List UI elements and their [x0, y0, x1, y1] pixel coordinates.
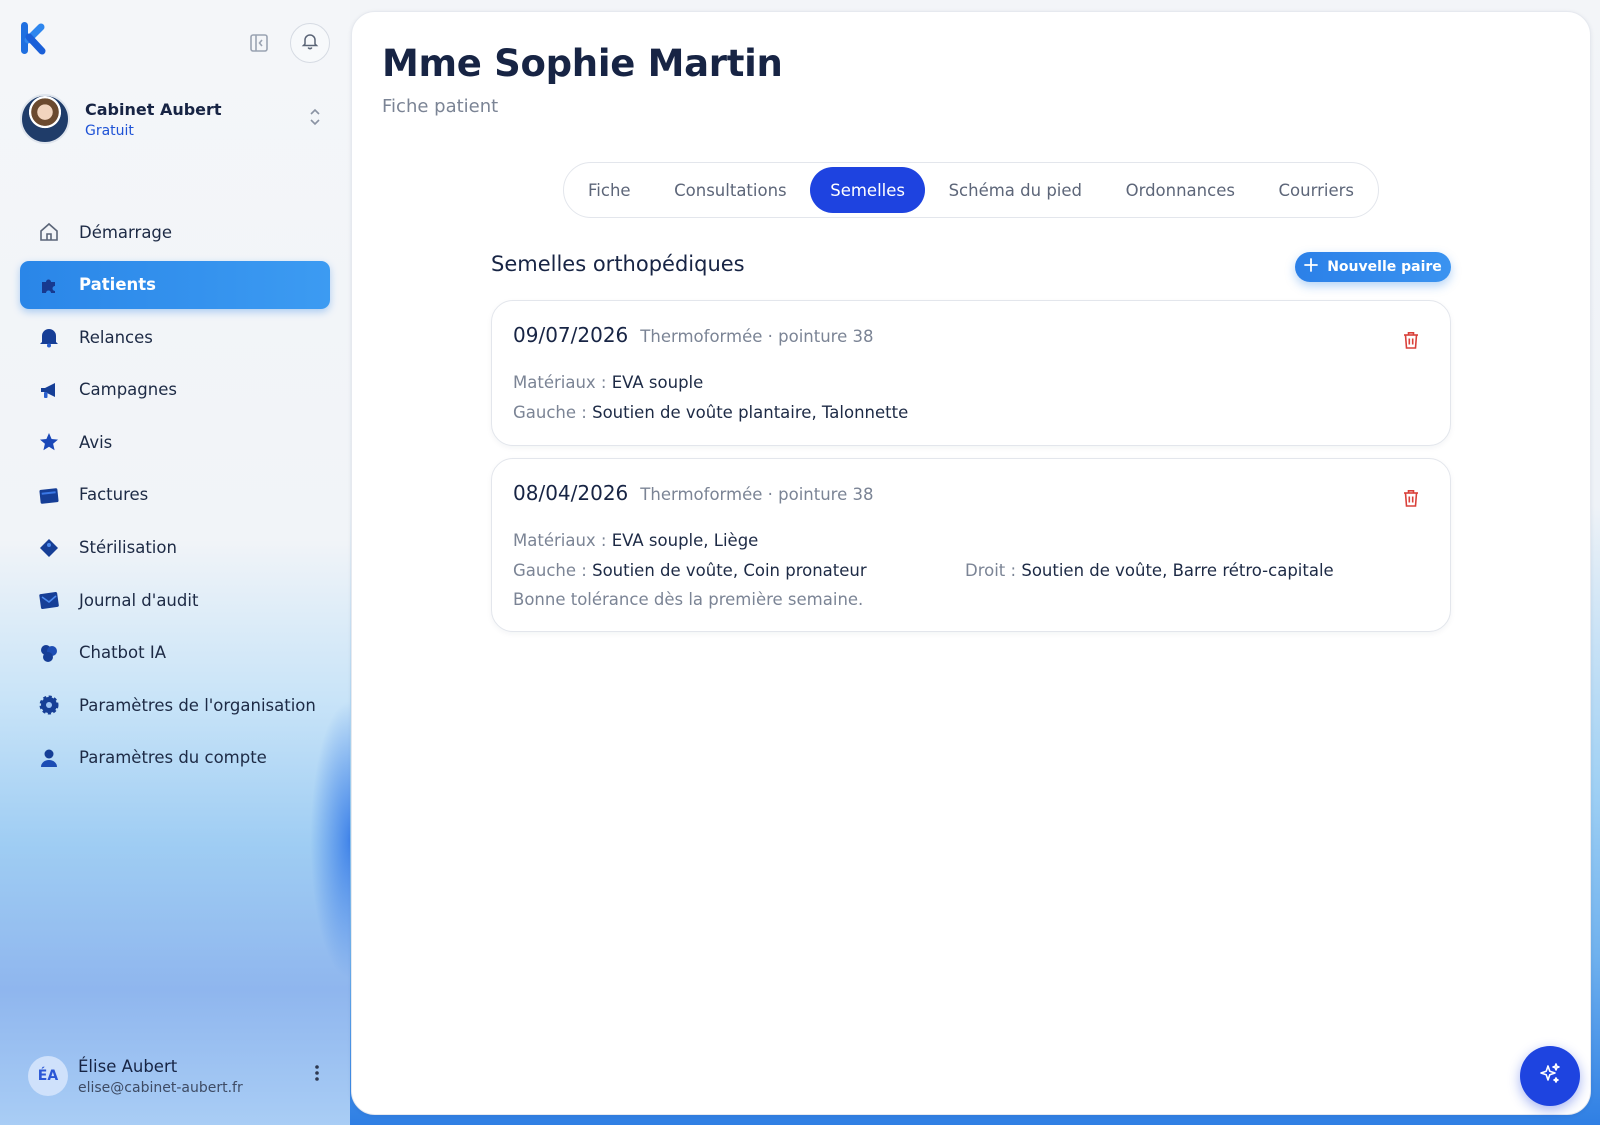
left-value: Soutien de voûte, Coin pronateur — [592, 561, 867, 580]
insole-date: 08/04/2026 — [513, 481, 629, 505]
sidebar: Cabinet Aubert Gratuit Démarrage Patient… — [0, 0, 350, 1125]
main-panel: Mme Sophie Martin Fiche patient Fiche Co… — [351, 11, 1591, 1115]
sidebar-item-demarrage[interactable]: Démarrage — [20, 208, 330, 256]
insole-materials: Matériaux : EVA souple — [513, 373, 703, 392]
sidebar-item-avis[interactable]: Avis — [20, 418, 330, 466]
sidebar-item-label: Paramètres du compte — [79, 748, 267, 768]
insole-left: Gauche : Soutien de voûte, Coin pronateu… — [513, 561, 867, 580]
tab-consultations[interactable]: Consultations — [654, 167, 807, 213]
page-title: Mme Sophie Martin — [382, 42, 783, 85]
tab-ordonnances[interactable]: Ordonnances — [1106, 167, 1255, 213]
patient-tabs: Fiche Consultations Semelles Schéma du p… — [563, 162, 1379, 218]
tag-icon — [38, 537, 60, 559]
sidebar-item-label: Campagnes — [79, 380, 177, 400]
star-icon — [38, 431, 60, 453]
tab-fiche[interactable]: Fiche — [568, 167, 651, 213]
left-value: Soutien de voûte plantaire, Talonnette — [592, 403, 909, 422]
sparkles-icon — [1537, 1061, 1563, 1091]
sidebar-item-journal-audit[interactable]: Journal d'audit — [20, 576, 330, 624]
user-avatar: ÉA — [28, 1056, 68, 1096]
new-pair-label: Nouvelle paire — [1327, 259, 1442, 275]
puzzle-icon — [38, 274, 60, 296]
materials-label: Matériaux : — [513, 373, 607, 392]
materials-label: Matériaux : — [513, 531, 607, 550]
organization-switcher[interactable]: Cabinet Aubert Gratuit — [20, 93, 330, 145]
sidebar-item-patients[interactable]: Patients — [20, 260, 330, 309]
current-user[interactable]: ÉA Élise Aubert elise@cabinet-aubert.fr — [28, 1052, 328, 1100]
collapse-sidebar-icon[interactable] — [248, 32, 270, 54]
chatbot-icon — [38, 642, 60, 664]
trash-icon[interactable] — [1400, 487, 1422, 509]
right-value: Soutien de voûte, Barre rétro-capitale — [1021, 561, 1334, 580]
app-logo[interactable] — [18, 20, 48, 56]
sidebar-item-factures[interactable]: Factures — [20, 471, 330, 519]
insole-card: 08/04/2026 Thermoformée · pointure 38 Ma… — [491, 458, 1451, 632]
organization-avatar — [20, 94, 70, 144]
sidebar-item-sterilisation[interactable]: Stérilisation — [20, 524, 330, 572]
insole-note: Bonne tolérance dès la première semaine. — [513, 590, 864, 609]
mail-icon — [38, 589, 60, 611]
invoice-icon — [38, 484, 60, 506]
sidebar-item-label: Avis — [79, 432, 113, 452]
megaphone-icon — [38, 379, 60, 401]
sidebar-item-label: Paramètres de l'organisation — [79, 695, 316, 715]
sidebar-item-label: Factures — [79, 485, 149, 505]
insole-right: Droit : Soutien de voûte, Barre rétro-ca… — [965, 561, 1334, 580]
materials-value: EVA souple — [611, 373, 704, 392]
chevron-up-down-icon — [308, 107, 322, 131]
more-vertical-icon[interactable] — [314, 1064, 320, 1086]
insole-card: 09/07/2026 Thermoformée · pointure 38 Ma… — [491, 300, 1451, 446]
user-name: Élise Aubert — [78, 1056, 178, 1076]
sidebar-item-label: Patients — [79, 275, 156, 295]
bell-icon — [301, 32, 319, 54]
materials-value: EVA souple, Liège — [611, 531, 759, 550]
gear-icon — [38, 694, 60, 716]
insole-left: Gauche : Soutien de voûte plantaire, Tal… — [513, 403, 908, 422]
user-icon — [38, 747, 60, 769]
sidebar-item-label: Chatbot IA — [79, 643, 166, 663]
left-label: Gauche : — [513, 403, 587, 422]
new-pair-button[interactable]: Nouvelle paire — [1295, 252, 1451, 282]
sidebar-item-parametres-compte[interactable]: Paramètres du compte — [20, 734, 330, 782]
right-label: Droit : — [965, 561, 1017, 580]
sidebar-item-label: Démarrage — [79, 222, 173, 242]
insole-meta: Thermoformée · pointure 38 — [640, 485, 874, 504]
sidebar-item-parametres-organisation[interactable]: Paramètres de l'organisation — [20, 681, 330, 729]
sidebar-item-chatbot[interactable]: Chatbot IA — [20, 629, 330, 677]
section-title: Semelles orthopédiques — [491, 252, 745, 276]
tab-semelles[interactable]: Semelles — [810, 167, 925, 213]
organization-name: Cabinet Aubert — [85, 99, 222, 119]
sidebar-item-label: Stérilisation — [79, 538, 177, 558]
ai-assistant-button[interactable] — [1520, 1046, 1580, 1106]
insole-meta: Thermoformée · pointure 38 — [640, 327, 874, 346]
insole-materials: Matériaux : EVA souple, Liège — [513, 531, 758, 550]
notifications-button[interactable] — [290, 23, 330, 63]
tab-courriers[interactable]: Courriers — [1259, 167, 1374, 213]
tab-schema-du-pied[interactable]: Schéma du pied — [929, 167, 1102, 213]
user-email: elise@cabinet-aubert.fr — [78, 1079, 243, 1096]
home-icon — [38, 221, 60, 243]
sidebar-nav: Démarrage Patients Relances Campagnes Av… — [20, 208, 330, 787]
sidebar-item-label: Journal d'audit — [79, 590, 199, 610]
page-subtitle: Fiche patient — [382, 96, 499, 117]
plus-icon — [1304, 258, 1319, 276]
sidebar-item-label: Relances — [79, 327, 153, 347]
organization-plan: Gratuit — [85, 122, 134, 139]
trash-icon[interactable] — [1400, 329, 1422, 351]
left-label: Gauche : — [513, 561, 587, 580]
sidebar-item-campagnes[interactable]: Campagnes — [20, 366, 330, 414]
sidebar-item-relances[interactable]: Relances — [20, 313, 330, 361]
insole-date: 09/07/2026 — [513, 323, 629, 347]
bell-icon — [38, 326, 60, 348]
